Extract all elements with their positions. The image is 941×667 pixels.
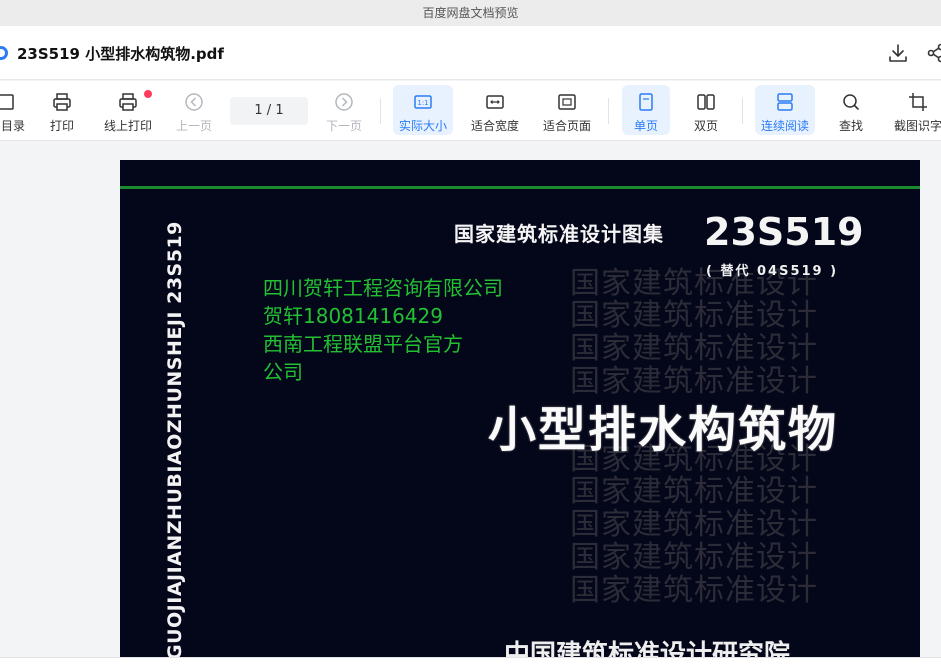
actual-size-label: 实际大小 [398, 119, 447, 133]
document-page: GUOJIAJIANZHUBIAOZHUNSHEJI 23S519 国家建筑标准… [120, 160, 920, 667]
single-page-icon [639, 93, 653, 111]
spine-text: GUOJIAJIANZHUBIAOZHUNSHEJI 23S519 [164, 221, 192, 660]
notification-dot [144, 90, 152, 98]
find-label: 查找 [838, 119, 863, 133]
single-page-label: 单页 [633, 119, 658, 133]
fit-width-icon [486, 95, 504, 109]
toolbar: 目录 打印 线上打印 上一页 1 / 1 下一页 1:1 实际大小 适合宽度 适… [0, 81, 941, 141]
watermark-line: 国家建筑标准设计 [570, 573, 818, 608]
chevron-left-circle-icon [185, 93, 203, 111]
page-indicator[interactable]: 1 / 1 [230, 97, 308, 125]
chevron-right-circle-icon [335, 93, 353, 111]
bottom-bar [0, 657, 941, 667]
fit-page-icon [558, 94, 576, 110]
online-print-label: 线上打印 [103, 119, 152, 133]
overlay-text-line: 公司 [263, 360, 303, 384]
catalog-label: 目录 [0, 119, 25, 133]
print-label: 打印 [49, 119, 74, 133]
overlay-text-line: 西南工程联盟平台官方 [263, 332, 463, 356]
printer-icon [53, 93, 71, 111]
toolbar-divider [608, 98, 609, 124]
share-icon[interactable] [925, 42, 941, 64]
ocr-button[interactable]: 截图识字 [890, 85, 941, 135]
next-page-button[interactable]: 下一页 [322, 85, 366, 135]
catalog-button[interactable]: 目录 [0, 85, 26, 135]
spine-text-content: GUOJIAJIANZHUBIAOZHUNSHEJI 23S519 [164, 221, 186, 660]
prev-page-label: 上一页 [175, 119, 212, 133]
print-button[interactable]: 打印 [42, 85, 82, 135]
double-page-label: 双页 [693, 119, 718, 133]
fit-width-label: 适合宽度 [470, 119, 519, 133]
atlas-title: 国家建筑标准设计图集 [454, 222, 664, 246]
fit-width-button[interactable]: 适合宽度 [466, 85, 524, 135]
actual-size-icon: 1:1 [414, 95, 432, 109]
window-title: 百度网盘文档预览 [0, 0, 941, 26]
overlay-text-line: 贺轩18081416429 [263, 304, 443, 328]
actual-size-button[interactable]: 1:1 实际大小 [393, 85, 453, 135]
continuous-read-icon [777, 93, 793, 111]
ocr-label: 截图识字 [893, 119, 941, 133]
catalog-icon [0, 94, 14, 110]
online-print-icon [119, 93, 137, 111]
single-page-button[interactable]: 单页 [622, 85, 670, 135]
document-viewer[interactable]: GUOJIAJIANZHUBIAOZHUNSHEJI 23S519 国家建筑标准… [0, 142, 941, 667]
search-icon [843, 94, 859, 110]
replace-note: ( 替代 04S519 ) [706, 264, 839, 279]
app-logo-icon [0, 46, 8, 60]
main-title: 小型排水构筑物 [488, 402, 839, 458]
find-button[interactable]: 查找 [832, 85, 870, 135]
file-title: 23S519 小型排水构筑物.pdf [17, 45, 224, 63]
fit-page-label: 适合页面 [542, 119, 591, 133]
double-page-icon [697, 94, 715, 110]
download-icon[interactable] [887, 42, 909, 64]
crop-icon [909, 93, 927, 111]
toolbar-divider [380, 98, 381, 124]
atlas-code: 23S519 [704, 210, 864, 254]
continuous-read-label: 连续阅读 [760, 119, 809, 133]
prev-page-button[interactable]: 上一页 [172, 85, 216, 135]
next-page-label: 下一页 [325, 119, 362, 133]
svg-text:1:1: 1:1 [417, 99, 428, 107]
toolbar-divider [742, 98, 743, 124]
cover-stripe [120, 186, 920, 189]
fit-page-button[interactable]: 适合页面 [538, 85, 596, 135]
double-page-button[interactable]: 双页 [684, 85, 728, 135]
document-header: 23S519 小型排水构筑物.pdf [0, 26, 941, 80]
overlay-text-line: 四川贺轩工程咨询有限公司 [263, 276, 503, 300]
continuous-read-button[interactable]: 连续阅读 [755, 85, 815, 135]
